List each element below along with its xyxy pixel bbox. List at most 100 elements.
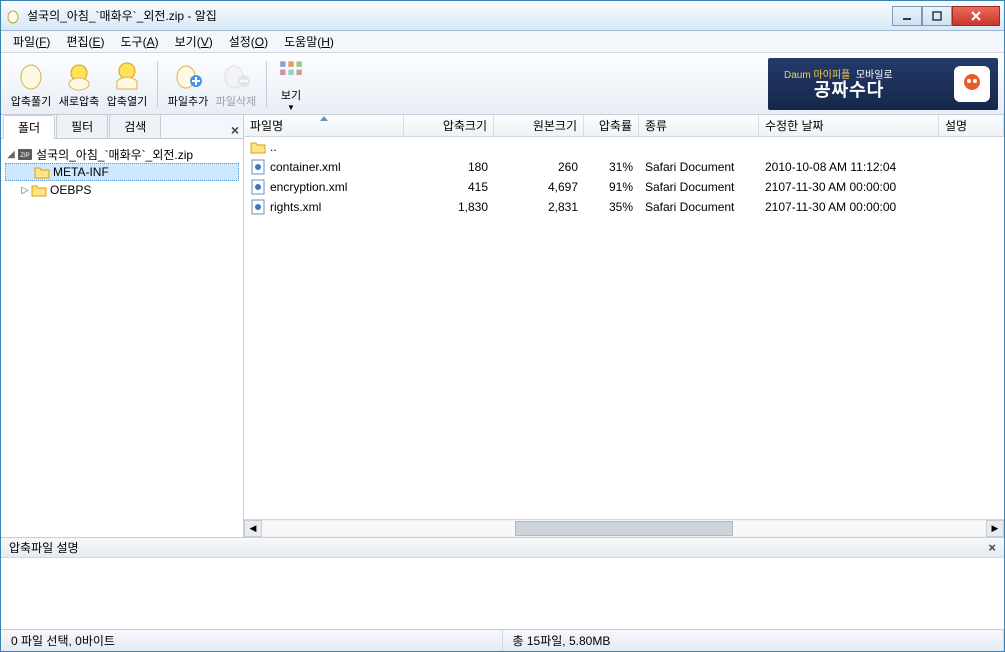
tab-search[interactable]: 검색 <box>109 114 161 138</box>
description-header: 압축파일 설명 × <box>1 538 1004 558</box>
menu-settings[interactable]: 설정(O) <box>223 31 274 52</box>
file-name: encryption.xml <box>270 180 347 194</box>
svg-text:ZIP: ZIP <box>20 153 29 159</box>
horizontal-scrollbar[interactable]: ◀ ▶ <box>244 519 1004 537</box>
file-date: 2107-11-30 AM 00:00:00 <box>759 198 939 216</box>
xml-file-icon <box>250 179 266 195</box>
ad-bubble-icon <box>954 66 990 102</box>
left-tabs: 폴더 필터 검색 × <box>1 115 243 139</box>
extract-button[interactable]: 압축풀기 <box>7 56 55 112</box>
folder-tree: ◢ ZIP 설국의_아침_`매화우`_외전.zip META-INF ▷ OEB… <box>1 139 243 537</box>
description-title: 압축파일 설명 <box>9 539 79 556</box>
left-pane: 폴더 필터 검색 × ◢ ZIP 설국의_아침_`매화우`_외전.zip MET… <box>1 115 244 537</box>
file-csize: 415 <box>404 178 494 196</box>
col-header-desc[interactable]: 설명 <box>939 115 1004 136</box>
toolbar-separator <box>157 61 158 107</box>
tab-filter[interactable]: 필터 <box>56 114 108 138</box>
xml-file-icon <box>250 159 266 175</box>
tree-toggle-icon[interactable]: ◢ <box>5 149 17 160</box>
file-ratio: 91% <box>584 178 639 196</box>
file-name: rights.xml <box>270 200 321 214</box>
menu-edit[interactable]: 편집(E) <box>60 31 110 52</box>
menu-help[interactable]: 도움말(H) <box>278 31 340 52</box>
new-archive-label: 새로압축 <box>59 93 99 109</box>
description-body <box>1 558 1004 629</box>
col-header-name[interactable]: 파일명 <box>244 115 404 136</box>
file-ratio: 31% <box>584 158 639 176</box>
col-header-csize[interactable]: 압축크기 <box>404 115 494 136</box>
folder-icon <box>34 164 50 180</box>
file-osize: 4,697 <box>494 178 584 196</box>
list-row-parent[interactable]: .. <box>244 137 1004 157</box>
status-total: 총 15파일, 5.80MB <box>503 630 1005 651</box>
description-panel: 압축파일 설명 × <box>1 537 1004 629</box>
maximize-button[interactable] <box>922 6 952 26</box>
tab-folder[interactable]: 폴더 <box>3 115 55 139</box>
description-close[interactable]: × <box>988 540 996 555</box>
open-archive-button[interactable]: 압축열기 <box>103 56 151 112</box>
menu-view[interactable]: 보기(V) <box>169 31 219 52</box>
menu-tools[interactable]: 도구(A) <box>115 31 165 52</box>
list-row[interactable]: container.xml18026031%Safari Document201… <box>244 157 1004 177</box>
file-desc <box>939 165 1004 169</box>
file-csize: 1,830 <box>404 198 494 216</box>
menubar: 파일(F) 편집(E) 도구(A) 보기(V) 설정(O) 도움말(H) <box>1 31 1004 53</box>
egg-plus-icon <box>172 59 204 91</box>
scroll-thumb[interactable] <box>515 521 732 536</box>
list-row[interactable]: rights.xml 1,8302,83135%Safari Document21… <box>244 197 1004 217</box>
delete-file-label: 파일삭제 <box>216 93 256 109</box>
view-label: 보기 <box>281 87 301 103</box>
list-row[interactable]: encryption.xml4154,69791%Safari Document… <box>244 177 1004 197</box>
ad-banner[interactable]: Daum 마이피플 모바일로 공짜수다 <box>768 58 998 110</box>
file-name: container.xml <box>270 160 341 174</box>
tree-root[interactable]: ◢ ZIP 설국의_아침_`매화우`_외전.zip <box>5 145 239 163</box>
tree-item-oebps[interactable]: ▷ OEBPS <box>5 181 239 199</box>
add-file-label: 파일추가 <box>168 93 208 109</box>
file-desc <box>939 185 1004 189</box>
egg-icon <box>15 59 47 91</box>
ad-main-label: 공짜수다 <box>814 76 884 102</box>
file-desc <box>939 205 1004 209</box>
file-csize: 180 <box>404 158 494 176</box>
app-window: 설국의_아침_`매화우`_외전.zip - 알집 파일(F) 편집(E) 도구(… <box>0 0 1005 652</box>
col-header-type[interactable]: 종류 <box>639 115 759 136</box>
scroll-right-button[interactable]: ▶ <box>986 520 1004 537</box>
main-area: 폴더 필터 검색 × ◢ ZIP 설국의_아침_`매화우`_외전.zip MET… <box>1 115 1004 537</box>
minimize-button[interactable] <box>892 6 922 26</box>
col-header-ratio[interactable]: 압축률 <box>584 115 639 136</box>
tree-item-label: META-INF <box>53 165 109 179</box>
left-tabs-close[interactable]: × <box>231 122 239 138</box>
tree-item-meta-inf[interactable]: META-INF <box>5 163 239 181</box>
window-title: 설국의_아침_`매화우`_외전.zip - 알집 <box>27 7 892 24</box>
menu-file[interactable]: 파일(F) <box>7 31 56 52</box>
view-button[interactable]: 보기 ▼ <box>273 56 309 112</box>
new-archive-button[interactable]: 새로압축 <box>55 56 103 112</box>
chick-icon <box>63 59 95 91</box>
file-ratio: 35% <box>584 198 639 216</box>
file-date: 2107-11-30 AM 00:00:00 <box>759 178 939 196</box>
col-header-osize[interactable]: 원본크기 <box>494 115 584 136</box>
file-list-header: 파일명 압축크기 원본크기 압축률 종류 수정한 날짜 설명 <box>244 115 1004 137</box>
toolbar-separator-2 <box>266 61 267 107</box>
file-type: Safari Document <box>639 158 759 176</box>
statusbar: 0 파일 선택, 0바이트 총 15파일, 5.80MB <box>1 629 1004 651</box>
egg-minus-icon <box>220 59 252 91</box>
tree-toggle-icon[interactable]: ▷ <box>19 185 31 196</box>
xml-file-icon <box>250 199 266 215</box>
file-type: Safari Document <box>639 198 759 216</box>
delete-file-button[interactable]: 파일삭제 <box>212 56 260 112</box>
add-file-button[interactable]: 파일추가 <box>164 56 212 112</box>
file-osize: 260 <box>494 158 584 176</box>
file-list[interactable]: .. container.xml18026031%Safari Document… <box>244 137 1004 519</box>
folder-icon <box>31 182 47 198</box>
file-osize: 2,831 <box>494 198 584 216</box>
scroll-track[interactable] <box>262 521 986 536</box>
titlebar: 설국의_아침_`매화우`_외전.zip - 알집 <box>1 1 1004 31</box>
col-header-date[interactable]: 수정한 날짜 <box>759 115 939 136</box>
close-button[interactable] <box>952 6 1000 26</box>
view-grid-icon <box>275 56 307 85</box>
toolbar: 압축풀기 새로압축 압축열기 파일추가 파일삭제 보기 ▼ Daum 마이피플 … <box>1 53 1004 115</box>
scroll-left-button[interactable]: ◀ <box>244 520 262 537</box>
tree-root-label: 설국의_아침_`매화우`_외전.zip <box>36 146 193 163</box>
status-selection: 0 파일 선택, 0바이트 <box>1 630 503 651</box>
